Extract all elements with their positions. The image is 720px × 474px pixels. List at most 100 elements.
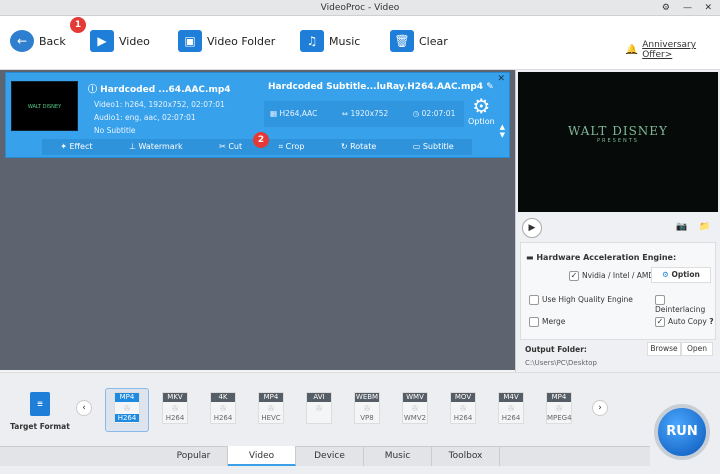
run-button[interactable]: RUN xyxy=(654,404,710,460)
add-video-button[interactable]: ▶ Video xyxy=(90,30,150,52)
format-tag: MP4 xyxy=(547,393,571,402)
format-4k-h264[interactable]: 4K ✇ H264 xyxy=(203,392,243,430)
auto-copy-checkbox[interactable]: ✓ Auto Copy ? xyxy=(655,317,714,327)
format-mp4-hevc[interactable]: MP4 ✇ HEVC xyxy=(251,392,291,430)
codec-option-button[interactable]: ⚙ Option xyxy=(468,95,495,126)
target-format-label: Target Format xyxy=(10,422,70,431)
format-mp4-mpeg4[interactable]: MP4 ✇ MPEG4 xyxy=(539,392,579,430)
edit-pencil-icon[interactable]: ✎ xyxy=(486,82,494,92)
remove-item-icon[interactable]: ✕ xyxy=(497,74,505,84)
film-reel-icon: ✇ xyxy=(555,404,563,413)
tab-device[interactable]: Device xyxy=(296,446,364,466)
format-m4v-h264[interactable]: M4V ✇ H264 xyxy=(491,392,531,430)
minimize-button[interactable]: — xyxy=(683,0,692,16)
video-track[interactable]: Video1: h264, 1920x752, 02:07:01 xyxy=(94,98,225,111)
merge-checkbox[interactable]: Merge xyxy=(529,317,565,327)
settings-icon[interactable]: ⚙ xyxy=(662,0,670,16)
help-icon[interactable]: ? xyxy=(709,317,713,326)
deinterlacing-checkbox[interactable]: Deinterlacing xyxy=(655,295,715,314)
format-codec: H264 xyxy=(115,414,139,422)
formats-prev-button[interactable]: ‹ xyxy=(76,400,92,416)
rotate-button[interactable]: ↻ Rotate xyxy=(341,139,376,155)
video-label: Video xyxy=(119,34,150,48)
crop-button[interactable]: ⌗ Crop xyxy=(279,139,305,155)
output-folder-label: Output Folder: xyxy=(525,345,587,354)
snapshot-camera-icon[interactable]: 📷 xyxy=(676,222,687,232)
film-reel-icon: ✇ xyxy=(267,404,275,413)
nvidia-checkbox[interactable]: ✓ Nvidia / Intel / AMD xyxy=(569,271,654,281)
format-file-icon: WMV ✇ WMV2 xyxy=(402,392,428,424)
back-label: Back xyxy=(39,34,66,48)
format-tag: MP4 xyxy=(259,393,283,402)
watermark-label: Watermark xyxy=(138,142,183,151)
add-music-button[interactable]: ♫ Music xyxy=(300,30,360,52)
effect-button[interactable]: ✦ Effect xyxy=(60,139,92,155)
format-mkv-h264[interactable]: MKV ✇ H264 xyxy=(155,392,195,430)
reorder-arrows-icon[interactable]: ▲ ▼ xyxy=(500,123,505,139)
subtitle-button[interactable]: ▭ Subtitle xyxy=(413,139,454,155)
close-button[interactable]: ✕ xyxy=(704,0,712,16)
resolution-icon: ⇔ xyxy=(341,109,349,118)
cut-button[interactable]: ✂ Cut xyxy=(219,139,242,155)
tab-music[interactable]: Music xyxy=(364,446,432,466)
add-video-folder-button[interactable]: ▣ Video Folder xyxy=(178,30,275,52)
format-tag: WMV xyxy=(403,393,427,402)
format-codec: HEVC xyxy=(261,414,281,422)
format-codec: H264 xyxy=(213,414,233,422)
tab-toolbox[interactable]: Toolbox xyxy=(432,446,500,466)
open-button[interactable]: Open xyxy=(681,342,713,356)
codec-gear-icon: ⚙ xyxy=(472,94,491,118)
source-filename: Hardcoded ...64.AAC.mp4 xyxy=(100,85,231,95)
format-mov-h264[interactable]: MOV ✇ H264 xyxy=(443,392,483,430)
target-format-button[interactable]: ≡ Target Format xyxy=(8,392,72,431)
format-wmv-wmv2[interactable]: WMV ✇ WMV2 xyxy=(395,392,435,430)
offer-label: Anniversary Offer> xyxy=(642,40,697,60)
film-icon: ▦ xyxy=(270,109,278,118)
output-codec: H264,AAC xyxy=(279,109,318,118)
annotation-badge-2: 2 xyxy=(253,132,269,148)
format-mp4-h264[interactable]: MP4 ✇ H264 xyxy=(107,392,147,430)
format-webm-vp8[interactable]: WEBM ✇ VP8 xyxy=(347,392,387,430)
format-tag: WEBM xyxy=(355,393,379,402)
high-quality-checkbox[interactable]: Use High Quality Engine xyxy=(529,295,633,305)
preview-player[interactable]: WALT DISNEY PRESENTS xyxy=(518,72,718,212)
audio-track[interactable]: Audio1: eng, aac, 02:07:01 xyxy=(94,111,225,124)
format-file-icon: MP4 ✇ H264 xyxy=(114,392,140,424)
hw-accel-title: Hardware Acceleration Engine: xyxy=(536,253,677,262)
format-file-icon: MP4 ✇ MPEG4 xyxy=(546,392,572,424)
clear-button[interactable]: 🗑 Clear xyxy=(390,30,448,52)
formats-next-button[interactable]: › xyxy=(592,400,608,416)
subtitle-label: Subtitle xyxy=(422,142,454,151)
info-icon[interactable]: ⓘ xyxy=(88,85,97,95)
film-reel-icon: ✇ xyxy=(171,404,179,413)
music-label: Music xyxy=(329,34,361,48)
checkbox-checked-icon: ✓ xyxy=(569,271,579,281)
format-codec: H264 xyxy=(453,414,473,422)
format-avi-default[interactable]: AVI ✇ xyxy=(299,392,339,430)
effect-label: Effect xyxy=(69,142,93,151)
video-folder-label: Video Folder xyxy=(207,34,276,48)
output-resolution: 1920x752 xyxy=(350,109,389,118)
cut-label: Cut xyxy=(228,142,243,151)
format-codec: WMV2 xyxy=(403,414,427,422)
hw-option-label: Option xyxy=(671,270,700,279)
crop-label: Crop xyxy=(285,142,305,151)
auto-copy-label: Auto Copy xyxy=(668,317,707,326)
watermark-button[interactable]: ⊥ Watermark xyxy=(129,139,183,155)
tab-video[interactable]: Video xyxy=(228,446,296,466)
play-button[interactable]: ▶ xyxy=(522,218,542,238)
video-thumbnail[interactable]: WALT DISNEY xyxy=(11,81,78,131)
browse-button[interactable]: Browse xyxy=(647,342,681,356)
tab-popular[interactable]: Popular xyxy=(160,446,228,466)
folder-add-icon: ▣ xyxy=(178,30,202,52)
back-button[interactable]: ← Back xyxy=(10,30,66,52)
subtitle-track[interactable]: No Subtitle xyxy=(94,124,225,137)
preview-subtitle: PRESENTS xyxy=(597,138,639,144)
thumbnail-text: WALT DISNEY xyxy=(27,104,62,110)
format-codec: H264 xyxy=(501,414,521,422)
toolbar: ← Back ▶ Video ▣ Video Folder ♫ Music 🗑 Clear… xyxy=(0,16,720,70)
anniversary-offer-link[interactable]: 🔔 Anniversary Offer> xyxy=(626,40,720,60)
format-tag: M4V xyxy=(499,393,523,402)
open-folder-icon[interactable]: 📁 xyxy=(699,222,710,232)
hw-option-button[interactable]: ⚙ Option xyxy=(651,267,711,283)
